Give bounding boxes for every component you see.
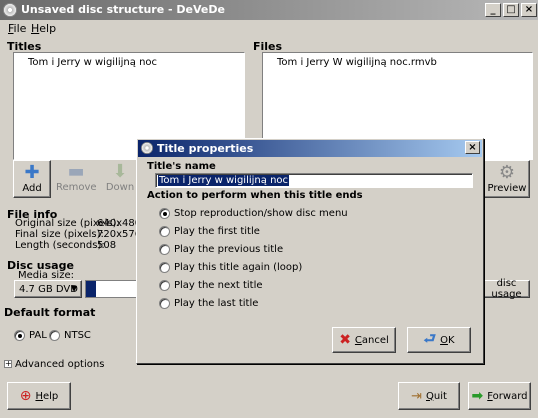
arrow-right-icon: ➡ (471, 388, 484, 404)
exit-door-icon: ⇥ (411, 388, 422, 404)
expand-icon[interactable]: + (4, 360, 12, 368)
files-list-item[interactable]: Tom i Jerry W wigilijną noc.rmvb (277, 57, 437, 68)
pal-label: PAL (29, 330, 47, 341)
menubar: File Help (0, 20, 538, 38)
minimize-button[interactable]: _ (485, 3, 501, 17)
media-size-select[interactable]: 4.7 GB DVD ▼ (14, 280, 82, 298)
media-size-value: 4.7 GB DVD (19, 284, 78, 295)
adjust-disc-usage-label: disc usage (491, 278, 522, 300)
action-label-previous[interactable]: Play the previous title (174, 244, 283, 255)
pal-radio[interactable] (14, 330, 25, 341)
disc-usage-bar (85, 280, 137, 298)
action-label-next[interactable]: Play the next title (174, 280, 263, 291)
action-radio-first[interactable] (159, 226, 170, 237)
action-label-loop[interactable]: Play this title again (loop) (174, 262, 302, 273)
action-label: Action to perform when this title ends (147, 190, 363, 201)
length-value: 508 (97, 240, 117, 251)
disc-app-icon (3, 3, 17, 17)
action-radio-last[interactable] (159, 298, 170, 309)
quit-button[interactable]: ⇥ Quit (398, 382, 460, 410)
dialog-titlebar: Title properties × (138, 140, 482, 157)
lifebuoy-icon: ⊕ (19, 388, 32, 404)
default-format-label: Default format (4, 306, 96, 319)
title-name-input[interactable]: Tom i Jerry w wigilijną noc (155, 173, 473, 188)
action-radio-stop[interactable] (159, 208, 170, 219)
help-button[interactable]: ⊕ Help (7, 382, 71, 410)
cancel-x-icon: ✖ (339, 332, 351, 348)
final-size-key: Final size (pixels): (15, 229, 104, 240)
add-title-button[interactable]: ✚ Add (13, 160, 51, 198)
quit-button-label: Quit (425, 390, 447, 402)
window-titlebar: Unsaved disc structure - DeVeDe _ □ × (0, 0, 538, 20)
maximize-button[interactable]: □ (503, 3, 519, 17)
forward-button[interactable]: ➡ Forward (468, 382, 531, 410)
ntsc-label: NTSC (64, 330, 91, 341)
help-button-label: Help (35, 390, 59, 402)
menu-file[interactable]: File (8, 22, 26, 35)
close-button[interactable]: × (521, 3, 537, 17)
minus-icon: ▬ (67, 161, 85, 182)
action-label-first[interactable]: Play the first title (174, 226, 260, 237)
return-arrow-icon: ⮐ (423, 331, 437, 347)
action-label-stop[interactable]: Stop reproduction/show disc menu (174, 208, 348, 219)
ok-button-label: OK (440, 334, 455, 346)
plus-icon: ✚ (24, 162, 40, 183)
ntsc-radio[interactable] (49, 330, 60, 341)
action-label-last[interactable]: Play the last title (174, 298, 258, 309)
title-name-label: Title's name (147, 161, 216, 172)
action-radio-next[interactable] (159, 280, 170, 291)
add-title-label: Add (22, 183, 42, 194)
cancel-button-label: Cancel (354, 334, 389, 346)
menu-help[interactable]: Help (31, 22, 56, 35)
cancel-button[interactable]: ✖ Cancel (332, 327, 396, 353)
move-down-label: Down (105, 182, 135, 193)
gear-icon: ⚙ (498, 162, 516, 183)
adjust-disc-usage-button[interactable]: disc usage (483, 278, 530, 300)
action-radio-loop[interactable] (159, 262, 170, 273)
move-down-button[interactable]: ⬇ Down (104, 160, 136, 198)
titles-list-item[interactable]: Tom i Jerry w wigilijną noc (28, 57, 157, 68)
forward-button-label: Forward (487, 390, 528, 402)
advanced-options-label[interactable]: Advanced options (15, 359, 104, 370)
arrow-down-icon: ⬇ (112, 161, 128, 182)
action-radio-previous[interactable] (159, 244, 170, 255)
chevron-down-icon: ▼ (71, 284, 78, 293)
final-size-value: 720x576 (97, 229, 142, 240)
window-title: Unsaved disc structure - DeVeDe (21, 3, 225, 16)
preview-label: Preview (487, 183, 527, 194)
title-properties-dialog: Title properties × Title's name Tom i Je… (136, 138, 484, 364)
ok-button[interactable]: ⮐ OK (407, 327, 471, 353)
title-name-value: Tom i Jerry w wigilijną noc (158, 175, 290, 186)
length-key: Length (seconds): (15, 240, 105, 251)
remove-title-button[interactable]: ▬ Remove (56, 160, 97, 198)
disc-usage-fill (86, 281, 96, 297)
disc-dialog-icon (141, 142, 153, 154)
dialog-close-button[interactable]: × (465, 141, 480, 154)
dialog-title: Title properties (157, 142, 254, 155)
remove-title-label: Remove (56, 182, 97, 193)
preview-button[interactable]: ⚙ Preview (484, 160, 530, 198)
original-size-value: 640x480 (97, 218, 142, 229)
